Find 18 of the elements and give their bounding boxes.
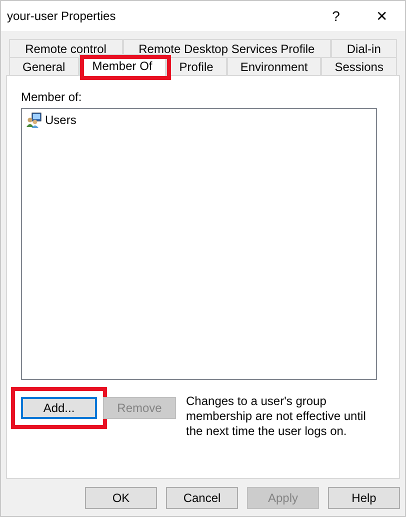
window-title: your-user Properties: [7, 9, 117, 23]
tab[interactable]: Remote Desktop Services Profile: [122, 39, 331, 57]
list-label: Member of:: [21, 90, 83, 104]
list-item[interactable]: Users: [24, 111, 78, 129]
users-icon: [26, 112, 42, 128]
tab[interactable]: Sessions: [321, 57, 397, 75]
help-text: Changes to a user's group membership are not effective until the next time the user logs on.: [186, 394, 367, 439]
ok-button[interactable]: OK: [85, 487, 157, 509]
tab[interactable]: Remote control: [9, 39, 123, 57]
help-button[interactable]: ?: [313, 8, 359, 24]
help-button[interactable]: Help: [328, 487, 400, 509]
tab[interactable]: Environment: [226, 57, 322, 75]
tab[interactable]: Profile: [166, 57, 227, 75]
tab[interactable]: General: [9, 57, 79, 75]
cancel-button[interactable]: Cancel: [166, 487, 238, 509]
close-button[interactable]: ✕: [359, 8, 405, 24]
tab[interactable]: Dial-in: [330, 39, 397, 57]
add-button[interactable]: Add...: [21, 397, 97, 419]
